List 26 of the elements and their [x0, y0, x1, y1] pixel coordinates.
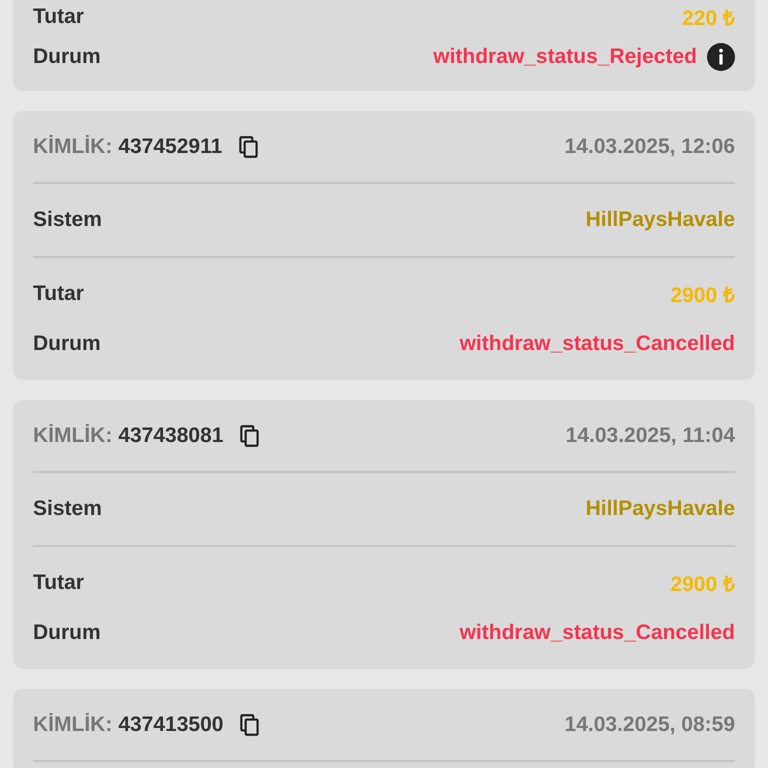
field-label: Durum [33, 332, 101, 356]
field-value: HillPaysHavale [586, 208, 735, 232]
field-label: Sistem [33, 208, 102, 232]
field-label: Tutar [33, 571, 84, 595]
field-value: withdraw_status_Rejected [433, 45, 697, 69]
field-label: Durum [33, 621, 101, 645]
transaction-date: 14.03.2025, 12:06 [564, 134, 735, 158]
id-label: KİMLİK: [33, 134, 112, 158]
field-label: Sistem [33, 497, 102, 521]
field-value: 2900 ₺ [670, 283, 735, 308]
id-label: KİMLİK: [33, 712, 112, 736]
field-label: Tutar [33, 282, 84, 306]
info-icon[interactable] [707, 43, 735, 71]
field-value: 2900 ₺ [670, 572, 735, 597]
field-value: HillPaysHavale [586, 497, 735, 521]
transaction-id: 437438081 [118, 424, 224, 448]
field-label: Durum [33, 45, 101, 69]
field-value: withdraw_status_Cancelled [460, 621, 735, 645]
transaction-date: 14.03.2025, 08:59 [564, 712, 735, 736]
field-value: 220 ₺ [682, 6, 735, 31]
field-value: withdraw_status_Cancelled [460, 332, 735, 356]
transaction-id: 437413500 [118, 712, 224, 736]
field-label: Tutar [33, 5, 84, 29]
transaction-date: 14.03.2025, 11:04 [566, 424, 735, 448]
transaction-id: 437452911 [118, 134, 222, 158]
id-label: KİMLİK: [33, 424, 112, 448]
